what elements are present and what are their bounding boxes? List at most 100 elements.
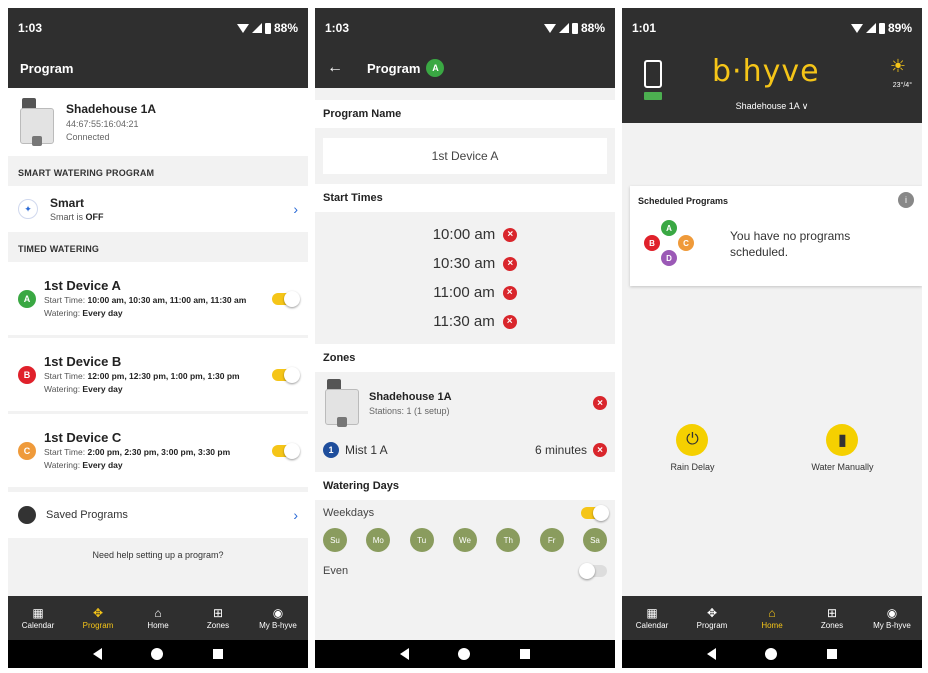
nav-calendar[interactable]: ▦ Calendar: [8, 596, 68, 640]
remove-time-icon[interactable]: ×: [502, 314, 517, 329]
home-button-icon[interactable]: [765, 648, 778, 660]
remove-device-icon[interactable]: ×: [593, 396, 607, 410]
weekdays-toggle[interactable]: [581, 505, 609, 521]
saved-programs-icon: [18, 506, 36, 524]
remove-time-icon[interactable]: ×: [502, 285, 517, 300]
battery-icon: [264, 22, 271, 34]
smart-program-row[interactable]: ✦ Smart Smart is OFF ›: [8, 186, 308, 232]
wifi-icon: [850, 23, 863, 33]
back-icon[interactable]: [399, 648, 409, 660]
day-friday[interactable]: Fr: [539, 528, 564, 552]
home-button-icon[interactable]: [458, 648, 471, 660]
program-badge-a: A: [18, 289, 36, 308]
recents-icon[interactable]: [213, 649, 224, 659]
start-time-label: Start Time:: [44, 447, 88, 457]
nav-home[interactable]: ⌂ Home: [128, 596, 188, 640]
back-arrow-icon[interactable]: ←: [327, 59, 343, 77]
program-toggle[interactable]: [272, 442, 300, 459]
scheduled-programs-title: Scheduled Programs: [638, 196, 729, 206]
device-name: Shadehouse 1A: [66, 102, 157, 116]
start-time-label: Start Time:: [44, 371, 88, 381]
zone-duration[interactable]: 6 minutes: [535, 443, 587, 457]
program-badge-d: D: [661, 250, 677, 266]
device-battery-icon: [644, 92, 662, 100]
status-bar: 1:03 88%: [8, 8, 308, 48]
smart-section-header: SMART WATERING PROGRAM: [18, 168, 155, 178]
program-row[interactable]: C 1st Device C Start Time: 2:00 pm, 2:30…: [8, 414, 308, 490]
program-badge-b: B: [644, 235, 660, 251]
remove-time-icon[interactable]: ×: [503, 227, 518, 242]
remove-time-icon[interactable]: ×: [503, 256, 518, 271]
info-icon[interactable]: i: [898, 192, 914, 208]
status-time: 1:01: [632, 21, 657, 35]
program-title: 1st Device C: [44, 430, 122, 445]
device-status: Connected: [66, 132, 110, 142]
program-row[interactable]: A 1st Device A Start Time: 10:00 am, 10:…: [8, 262, 308, 338]
start-times: 10:00 am, 10:30 am, 11:00 am, 11:30 am: [87, 295, 247, 305]
battery-icon: [878, 22, 885, 34]
no-programs-message: You have no programs scheduled.: [730, 229, 851, 259]
zone-device-name: Shadehouse 1A: [369, 390, 452, 403]
zone-device-stations: Stations: 1 (1 setup): [369, 405, 450, 416]
start-time-row: 11:30 am ×: [315, 307, 615, 336]
device-selector[interactable]: Shadehouse 1A ∨: [622, 101, 922, 112]
back-icon[interactable]: [92, 648, 102, 660]
status-time: 1:03: [325, 21, 350, 35]
saved-programs-row[interactable]: Saved Programs ›: [8, 492, 308, 538]
nav-home[interactable]: ⌂ Home: [742, 596, 802, 640]
help-link[interactable]: Need help setting up a program?: [8, 538, 308, 572]
even-toggle[interactable]: [579, 563, 607, 579]
start-times: 2:00 pm, 2:30 pm, 3:00 pm, 3:30 pm: [87, 447, 231, 457]
signal-icon: [865, 23, 876, 33]
program-badge-b: B: [18, 365, 36, 384]
zone-row[interactable]: 1 Mist 1 A 6 minutes ×: [315, 434, 615, 466]
water-manually-button[interactable]: ▮ Water Manually: [811, 424, 874, 472]
day-monday[interactable]: Mo: [366, 528, 391, 552]
day-tuesday[interactable]: Tu: [409, 528, 434, 552]
signal-icon: [558, 23, 569, 33]
program-toggle[interactable]: [272, 366, 300, 383]
home-button-icon[interactable]: [151, 648, 164, 660]
zone-name: Mist 1 A: [345, 443, 388, 457]
zones-icon: ⊞: [826, 605, 838, 620]
temperature: 23°/4°: [892, 82, 912, 89]
app-bar: Program: [8, 48, 308, 88]
back-icon[interactable]: [706, 648, 716, 660]
program-name-field[interactable]: 1st Device A: [323, 138, 607, 174]
nav-program[interactable]: ✥ Program: [68, 596, 128, 640]
nav-zones[interactable]: ⊞ Zones: [188, 596, 248, 640]
nav-zones[interactable]: ⊞ Zones: [802, 596, 862, 640]
system-nav-bar: [8, 640, 308, 668]
weather-sun-icon[interactable]: ☀: [890, 56, 906, 77]
nav-my-bhyve[interactable]: ◉ My B-hyve: [862, 596, 922, 640]
start-time-label: Start Time:: [44, 295, 88, 305]
day-thursday[interactable]: Th: [496, 528, 521, 552]
program-badge-a: A: [426, 59, 445, 77]
day-wednesday[interactable]: We: [452, 528, 477, 552]
day-saturday[interactable]: Sa: [582, 528, 607, 552]
device-card[interactable]: Shadehouse 1A 44:67:55:16:04:21 Connecte…: [8, 88, 308, 156]
nav-my-bhyve[interactable]: ◉ My B-hyve: [248, 596, 308, 640]
rain-delay-button[interactable]: ⏻ Rain Delay: [670, 424, 714, 472]
nav-program[interactable]: ✥ Program: [682, 596, 742, 640]
program-icon: ✥: [706, 605, 718, 620]
timed-section-header: TIMED WATERING: [18, 244, 100, 254]
home-icon: ⌂: [154, 605, 162, 620]
watering-days-header: Watering Days: [315, 472, 615, 500]
recents-icon[interactable]: [520, 649, 531, 659]
device-id: 44:67:55:16:04:21: [66, 119, 139, 129]
remove-zone-icon[interactable]: ×: [593, 443, 607, 457]
watering-label: Watering:: [44, 384, 83, 394]
recents-icon[interactable]: [827, 649, 838, 659]
zone-number-badge: 1: [323, 442, 339, 458]
nav-calendar[interactable]: ▦ Calendar: [622, 596, 682, 640]
calendar-icon: ▦: [646, 605, 658, 620]
quick-actions: ⏻ Rain Delay ▮ Water Manually: [622, 424, 922, 472]
day-sunday[interactable]: Su: [323, 528, 347, 552]
program-badge-a: A: [661, 220, 677, 236]
hub-wifi-icon[interactable]: [644, 60, 662, 88]
home-screen: 1:01 89% b·hyve ☀ 23°/4° Shadehouse 1A ∨…: [622, 8, 922, 668]
program-row[interactable]: B 1st Device B Start Time: 12:00 pm, 12:…: [8, 338, 308, 414]
saved-programs-label: Saved Programs: [46, 509, 128, 521]
program-toggle[interactable]: [272, 290, 300, 307]
